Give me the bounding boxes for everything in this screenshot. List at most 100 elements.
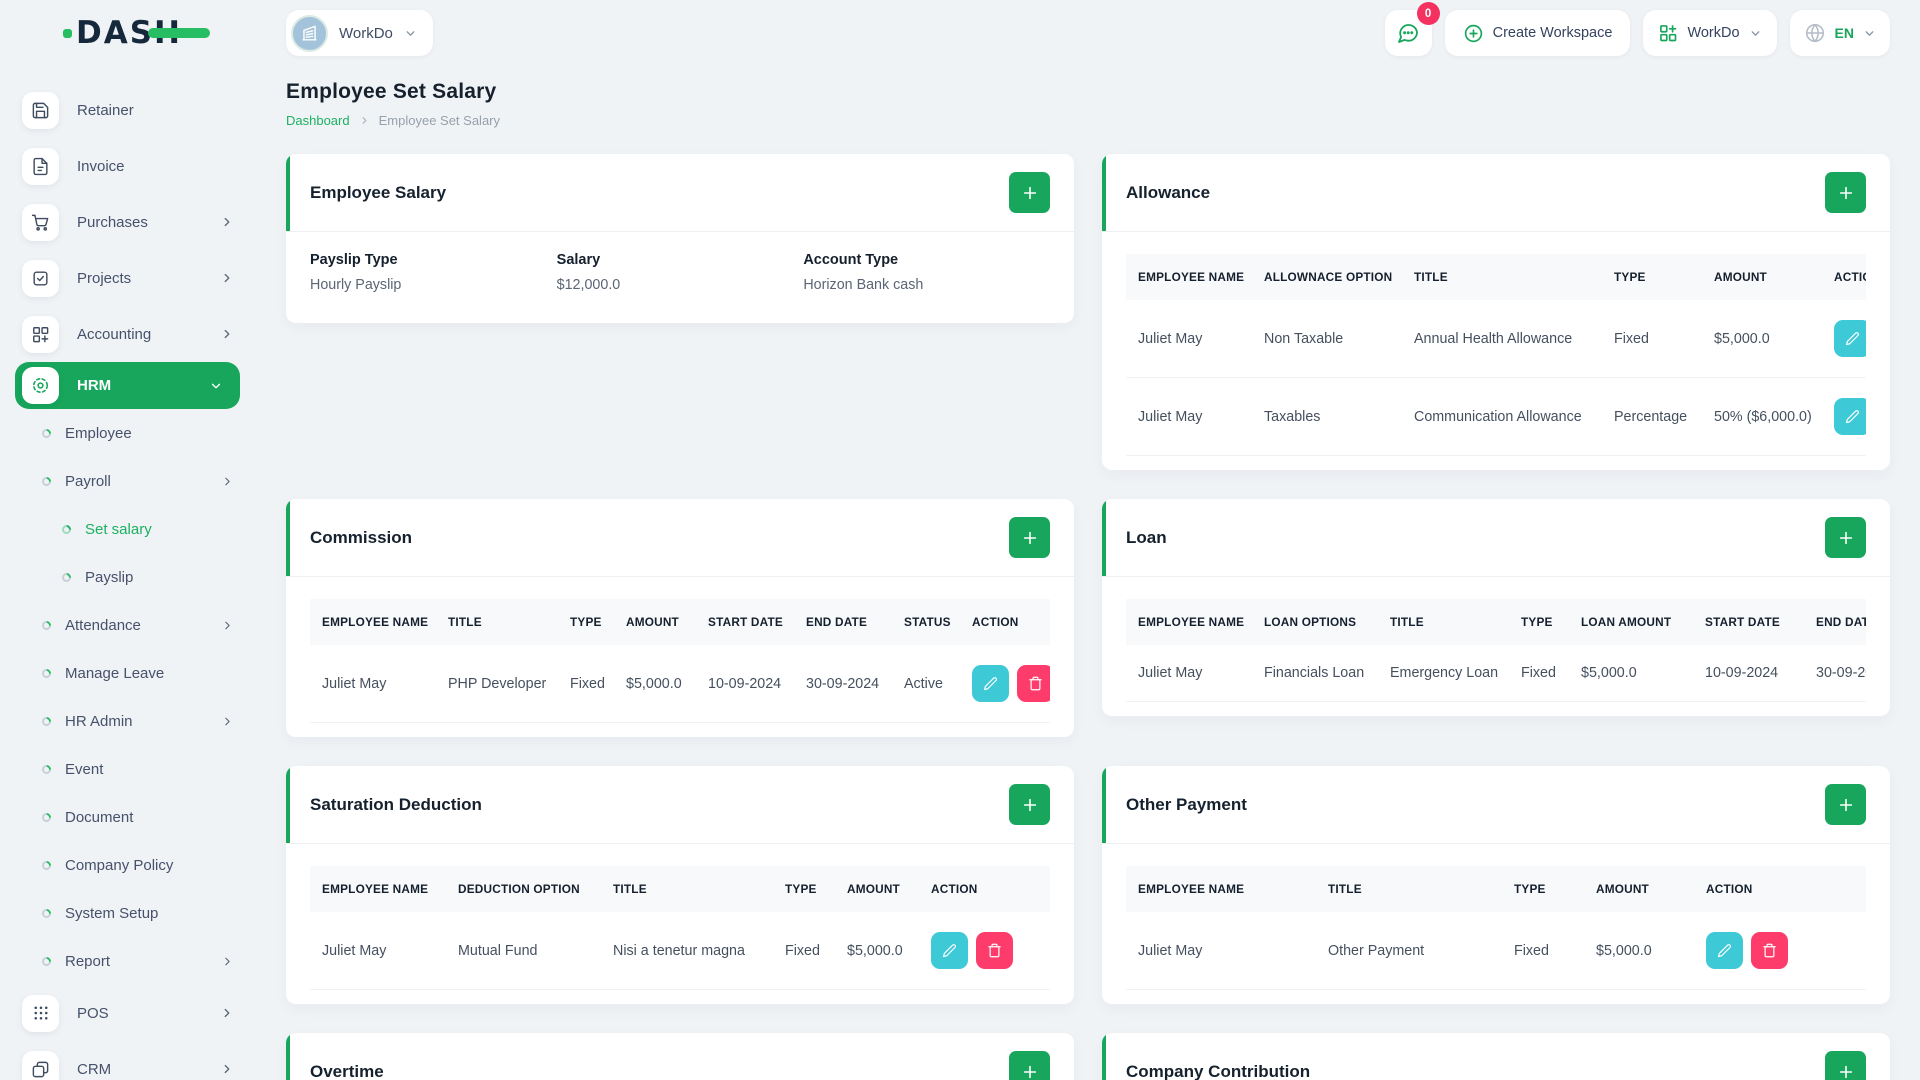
sidebar-item-payroll[interactable]: Payroll [15,457,258,505]
sidebar-item-document[interactable]: Document [15,793,258,841]
chevron-right-icon [225,477,230,485]
chevron-down-icon [1865,30,1874,36]
chevron-right-icon [362,117,367,124]
bullet-icon [40,474,53,488]
add-saturation-deduction-button[interactable] [1009,784,1050,825]
sidebar-item-invoice[interactable]: Invoice [15,138,258,194]
add-commission-button[interactable] [1009,517,1050,558]
sidebar-item-event[interactable]: Event [15,745,258,793]
logo-bar-accent [148,28,210,38]
table-row: Juliet May PHP Developer Fixed $5,000.0 … [310,645,1050,723]
commission-card: Commission EMPLOYEE NAME TITLE TYPE AMOU… [286,499,1074,737]
bullet-icon [40,426,53,440]
plus-icon [1839,531,1852,544]
trash-icon [988,943,1001,958]
card-title: Loan [1126,527,1167,547]
sidebar-item-employee[interactable]: Employee [15,409,258,457]
table-row: Juliet May Taxables Communication Allowa… [1126,377,1866,456]
allowance-table: EMPLOYEE NAME ALLOWNACE OPTION TITLE TYP… [1126,254,1866,456]
bullet-icon [40,858,53,872]
grid-plus-icon [22,315,59,353]
sidebar-item-hrm[interactable]: HRM [15,362,240,409]
language-menu-button[interactable]: EN [1789,10,1890,56]
sidebar-item-projects[interactable]: Projects [15,250,258,306]
sidebar-item-system-setup[interactable]: System Setup [15,889,258,937]
saturation-deduction-table: EMPLOYEE NAME DEDUCTION OPTION TITLE TYP… [310,866,1050,990]
workspace-avatar [291,14,328,52]
add-employee-salary-button[interactable] [1009,172,1050,213]
table-row: Juliet May Mutual Fund Nisi a tenetur ma… [310,912,1050,990]
plus-icon [1839,798,1852,811]
workspace-selector[interactable]: WorkDo [286,10,433,56]
chevron-right-icon [225,621,230,629]
main-content: Employee Set Salary Dashboard Employee S… [258,66,1920,1080]
sidebar-item-purchases[interactable]: Purchases [15,194,258,250]
sidebar-item-accounting[interactable]: Accounting [15,306,258,362]
hrm-icon [22,367,59,404]
edit-button[interactable] [1706,932,1743,969]
topbar: DASH WorkDo 0 Create Workspace WorkDo EN [0,0,1920,66]
chevron-down-icon [211,383,221,388]
cart-icon [22,203,59,241]
sidebar-item-crm[interactable]: CRM [15,1041,258,1080]
trash-icon [1763,943,1776,958]
company-contribution-card: Company Contribution [1102,1033,1890,1080]
logo-dot-accent [63,29,72,38]
card-title: Saturation Deduction [310,794,482,814]
edit-button[interactable] [1834,398,1866,435]
chevron-right-icon [224,329,230,339]
pos-grid-icon [22,994,59,1032]
plus-icon [1023,798,1036,811]
language-code: EN [1834,25,1854,41]
card-title: Overtime [310,1061,384,1080]
chat-bubble-icon [1398,24,1419,43]
workspace-menu-button[interactable]: WorkDo [1643,10,1777,56]
edit-button[interactable] [931,932,968,969]
add-allowance-button[interactable] [1825,172,1866,213]
bullet-icon [40,762,53,776]
sidebar-item-company-policy[interactable]: Company Policy [15,841,258,889]
loan-table: EMPLOYEE NAME LOAN OPTIONS TITLE TYPE LO… [1126,599,1866,702]
sidebar-item-payslip[interactable]: Payslip [15,553,258,601]
messages-button[interactable]: 0 [1384,2,1440,56]
sidebar: Retainer Invoice Purchases Projects Acco… [0,66,258,1080]
brand-logo[interactable]: DASH [63,17,210,49]
breadcrumb-dashboard-link[interactable]: Dashboard [286,113,350,128]
page-title: Employee Set Salary [286,80,497,103]
add-overtime-button[interactable] [1009,1051,1050,1080]
sidebar-item-retainer[interactable]: Retainer [15,82,258,138]
card-title: Commission [310,527,413,547]
delete-button[interactable] [1017,665,1050,702]
crm-icon [22,1050,59,1080]
card-title: Company Contribution [1126,1061,1311,1080]
sidebar-item-manage-leave[interactable]: Manage Leave [15,649,258,697]
pencil-icon [1845,332,1859,346]
add-loan-button[interactable] [1825,517,1866,558]
plus-circle-icon [1464,24,1482,42]
edit-button[interactable] [1834,320,1866,357]
add-company-contribution-button[interactable] [1825,1051,1866,1080]
bullet-icon [40,666,53,680]
chevron-right-icon [224,217,230,227]
sidebar-item-attendance[interactable]: Attendance [15,601,258,649]
create-workspace-button[interactable]: Create Workspace [1444,10,1631,56]
create-workspace-label: Create Workspace [1492,25,1613,41]
delete-button[interactable] [1751,932,1788,969]
sidebar-item-set-salary[interactable]: Set salary [15,505,258,553]
breadcrumb-current: Employee Set Salary [378,113,501,128]
table-row: Juliet May Financials Loan Emergency Loa… [1126,645,1866,702]
sidebar-item-pos[interactable]: POS [15,985,258,1041]
loan-card: Loan EMPLOYEE NAME LOAN OPTIONS TITLE TY… [1102,499,1890,716]
sidebar-item-hr-admin[interactable]: HR Admin [15,697,258,745]
commission-table: EMPLOYEE NAME TITLE TYPE AMOUNT START DA… [310,599,1050,723]
chevron-right-icon [224,273,230,283]
chevron-right-icon [225,957,230,965]
edit-button[interactable] [972,665,1009,702]
plus-icon [1023,1065,1036,1078]
messages-count-badge: 0 [1416,2,1440,25]
delete-button[interactable] [976,932,1013,969]
sidebar-item-report[interactable]: Report [15,937,258,985]
table-row: Juliet May Other Payment Fixed $5,000.0 [1126,912,1866,990]
breadcrumb: Dashboard Employee Set Salary [286,113,1890,128]
add-other-payment-button[interactable] [1825,784,1866,825]
